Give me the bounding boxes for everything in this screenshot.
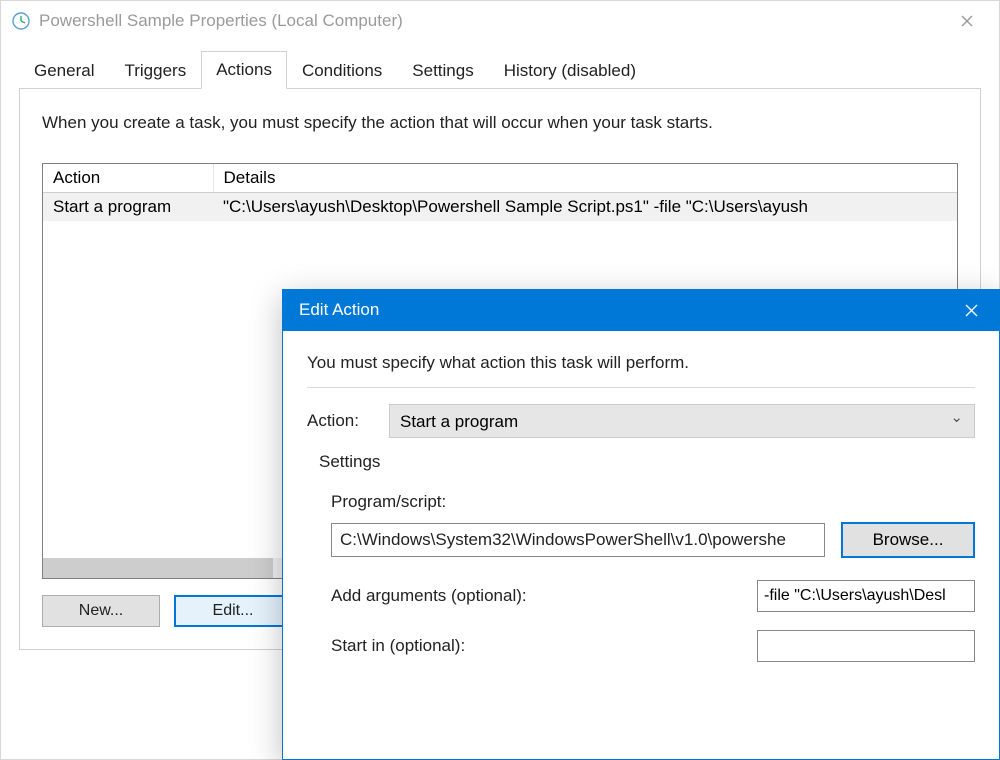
tab-settings[interactable]: Settings [397, 52, 488, 89]
window-title: Powershell Sample Properties (Local Comp… [39, 11, 403, 31]
edit-button[interactable]: Edit... [174, 595, 292, 627]
cell-details: "C:\Users\ayush\Desktop\Powershell Sampl… [213, 193, 957, 222]
startin-label: Start in (optional): [331, 636, 757, 656]
title-bar: Powershell Sample Properties (Local Comp… [1, 1, 999, 41]
scrollbar-thumb[interactable] [43, 558, 273, 578]
tab-history[interactable]: History (disabled) [489, 52, 651, 89]
program-input[interactable] [331, 523, 825, 557]
settings-group: Settings Program/script: Browse... Add a… [307, 452, 975, 662]
col-header-details[interactable]: Details [213, 164, 957, 193]
tab-conditions[interactable]: Conditions [287, 52, 397, 89]
tab-strip: General Triggers Actions Conditions Sett… [19, 51, 981, 89]
action-row: Action: Start a program [307, 404, 975, 438]
tab-actions[interactable]: Actions [201, 51, 287, 89]
program-label: Program/script: [331, 492, 975, 512]
panel-intro: When you create a task, you must specify… [42, 113, 958, 133]
dialog-instruction: You must specify what action this task w… [307, 353, 975, 373]
col-header-action[interactable]: Action [43, 164, 213, 193]
close-button[interactable] [944, 6, 989, 36]
table-header-row: Action Details [43, 164, 957, 193]
clock-icon [11, 11, 31, 31]
new-button[interactable]: New... [42, 595, 160, 627]
startin-input[interactable] [757, 630, 975, 662]
cell-action: Start a program [43, 193, 213, 222]
close-icon [961, 15, 973, 27]
settings-heading: Settings [319, 452, 975, 472]
edit-action-dialog: Edit Action You must specify what action… [282, 289, 1000, 760]
arguments-input[interactable] [757, 580, 975, 612]
dialog-title-bar: Edit Action [283, 289, 999, 331]
close-icon [965, 304, 978, 317]
dialog-close-button[interactable] [944, 289, 999, 331]
divider [307, 387, 975, 388]
dialog-title: Edit Action [299, 300, 379, 320]
table-row[interactable]: Start a program "C:\Users\ayush\Desktop\… [43, 193, 957, 222]
action-label: Action: [307, 411, 375, 431]
tab-triggers[interactable]: Triggers [109, 52, 201, 89]
action-select[interactable]: Start a program [389, 404, 975, 438]
dialog-body: You must specify what action this task w… [283, 331, 999, 690]
arguments-label: Add arguments (optional): [331, 586, 757, 606]
tab-general[interactable]: General [19, 52, 109, 89]
browse-button[interactable]: Browse... [841, 522, 975, 558]
